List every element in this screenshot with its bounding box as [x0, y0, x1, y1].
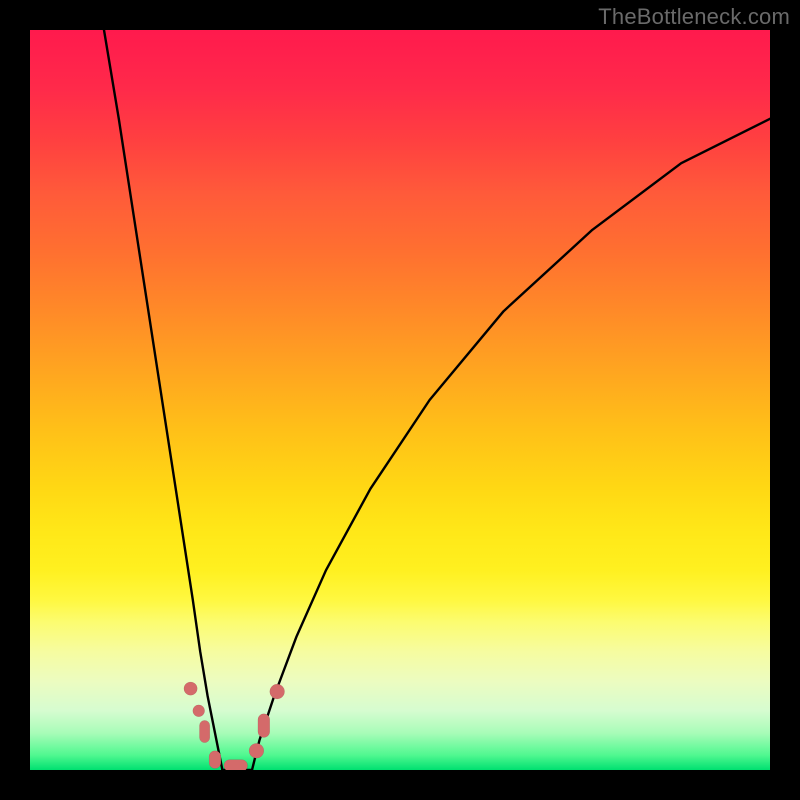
marker-pill	[199, 720, 209, 742]
chart-svg	[30, 30, 770, 770]
chart-frame: TheBottleneck.com	[0, 0, 800, 800]
marker-dot	[249, 743, 264, 758]
trough-markers	[184, 682, 285, 770]
watermark-text: TheBottleneck.com	[598, 4, 790, 30]
marker-pill	[224, 760, 248, 770]
series-right-branch	[252, 119, 770, 770]
series-left-branch	[104, 30, 222, 770]
marker-pill	[258, 714, 270, 738]
marker-dot	[193, 705, 205, 717]
marker-dot	[184, 682, 197, 695]
marker-pill	[209, 751, 221, 769]
plot-area	[30, 30, 770, 770]
marker-dot	[270, 684, 285, 699]
